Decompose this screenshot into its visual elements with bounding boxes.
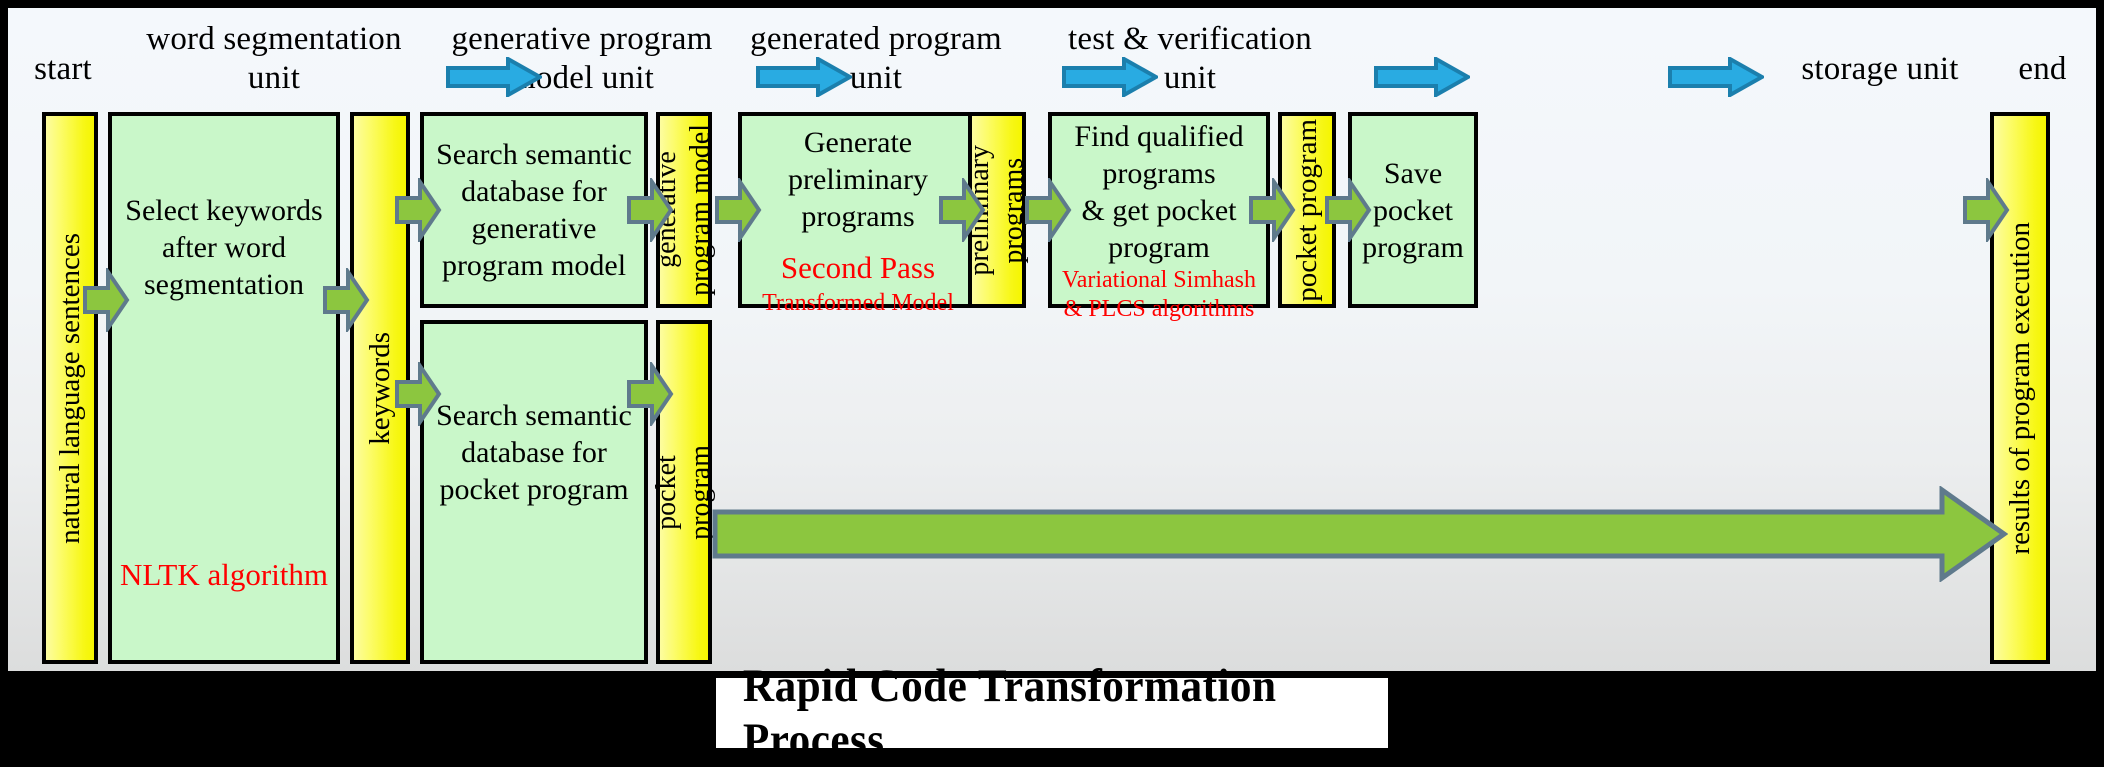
flow-arrow-preliminary-to-find xyxy=(1024,178,1072,242)
box-select-keywords[interactable]: Select keywords after word segmentation NL… xyxy=(108,112,340,664)
unit-caption-storage: storage unit xyxy=(1760,50,2000,89)
unit-connector-arrow-2 xyxy=(756,57,852,97)
unit-caption-word-segmentation: word segmentation unit xyxy=(104,20,444,98)
box-plcs-algorithms-label: & PLCS algorithms xyxy=(1063,296,1255,322)
unit-caption-end-line1: end xyxy=(2018,51,2067,87)
feedback-arrow-pocket-to-results xyxy=(712,486,2008,582)
box-select-keywords-label: Select keywords after word segmentation xyxy=(125,194,323,301)
flow-arrow-search-generative-to-model xyxy=(626,178,674,242)
diagram-canvas: start word segmentation unit generative … xyxy=(0,0,2104,766)
box-second-pass-label: Second Pass xyxy=(780,250,936,285)
flow-arrow-keywords-to-search-pocket xyxy=(394,362,442,426)
unit-caption-word-segmentation-line2: unit xyxy=(247,60,301,96)
unit-caption-storage-line1: storage unit xyxy=(1801,51,1959,87)
unit-caption-generative-model-line1: generative program xyxy=(451,21,713,57)
unit-caption-start-line1: start xyxy=(34,51,92,87)
box-search-db-generative[interactable]: Search semantic database for generative pro… xyxy=(420,112,648,308)
box-generate-preliminary-programs-label: Generate preliminary programs xyxy=(788,126,928,233)
unit-connector-arrow-5 xyxy=(1668,57,1764,97)
flow-arrow-save-to-results xyxy=(1962,178,2010,242)
unit-connector-arrow-4 xyxy=(1374,57,1470,97)
box-variational-simhash-label: Variational Simhash xyxy=(1062,267,1256,293)
box-natural-language-sentences[interactable]: natural language sentences xyxy=(42,112,98,664)
flow-arrow-nl-to-select xyxy=(82,268,130,332)
box-transformed-model-label: Transformed Model xyxy=(762,290,954,316)
unit-caption-word-segmentation-line1: word segmentation xyxy=(146,21,402,57)
unit-caption-test-verification-line1: test & verification xyxy=(1068,21,1312,57)
unit-connector-arrow-1 xyxy=(446,57,542,97)
flow-arrow-pocket2-to-save xyxy=(1324,178,1372,242)
box-search-db-pocket[interactable]: Search semantic database for pocket progra… xyxy=(420,320,648,664)
flow-arrow-find-to-pocket2 xyxy=(1248,178,1296,242)
box-find-qualified-programs[interactable]: Find qualified programs & get pocket progra… xyxy=(1048,112,1270,322)
diagram-title: Rapid Code Transformation Process xyxy=(742,660,1277,766)
flow-arrow-generate-to-preliminary xyxy=(938,178,986,242)
unit-caption-start: start xyxy=(8,50,118,89)
box-find-qualified-programs-label: Find qualified programs & get pocket progra… xyxy=(1074,120,1244,264)
unit-caption-generated-program-line1: generated program xyxy=(750,21,1002,57)
box-nltk-algorithm-label: NLTK algorithm xyxy=(119,557,329,592)
box-search-db-generative-label: Search semantic database for generative pro… xyxy=(436,138,632,282)
title-plate: Rapid Code Transformation Process xyxy=(716,660,1388,766)
box-search-db-pocket-label: Search semantic database for pocket progra… xyxy=(436,398,632,506)
flow-arrow-search-pocket-to-pocket-program xyxy=(626,362,674,426)
unit-connector-arrow-3 xyxy=(1062,57,1158,97)
flow-arrow-model-to-generate xyxy=(714,178,762,242)
flow-arrow-select-to-keywords xyxy=(322,268,370,332)
flow-arrow-keywords-to-search-generative xyxy=(394,178,442,242)
unit-caption-end: end xyxy=(1990,50,2095,89)
